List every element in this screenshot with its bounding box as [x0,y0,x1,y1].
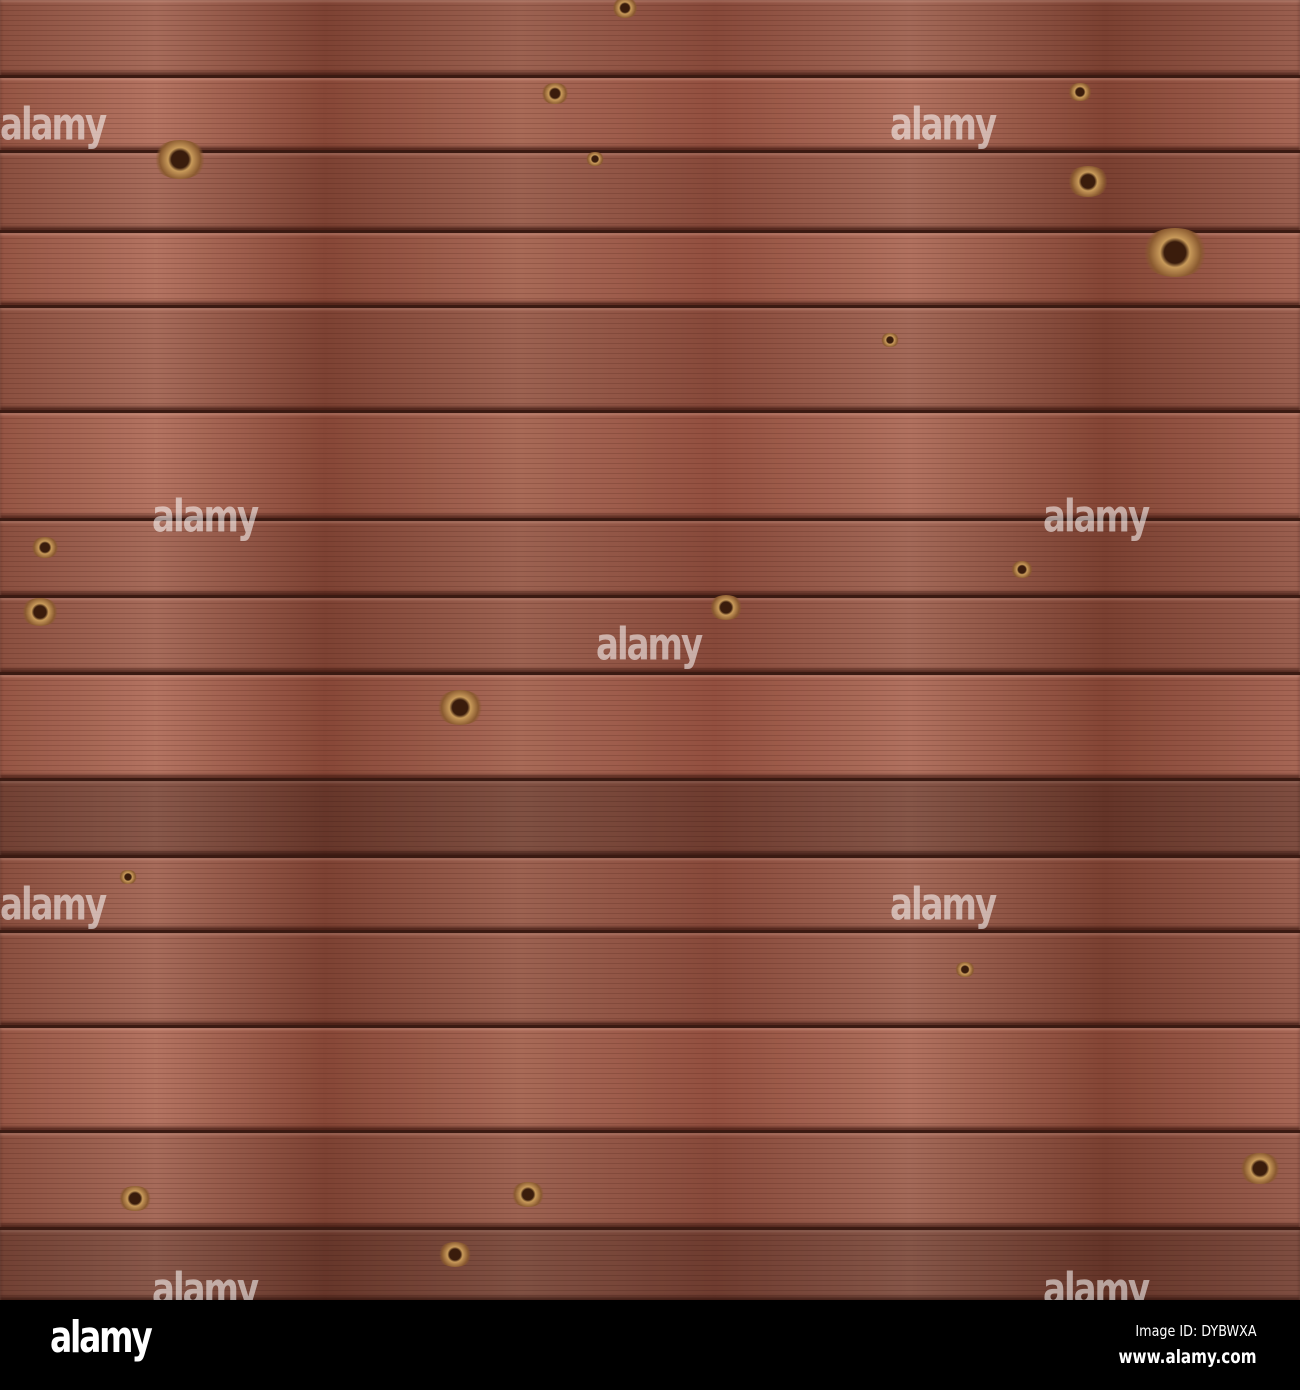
wood-knot [117,1186,153,1212]
wood-plank [0,1133,1300,1227]
wood-knot [611,0,639,18]
watermark: alamy [152,1264,259,1300]
wood-planks-photo: alamy alamy alamy alamy alamy alamy alamy alamy… [0,0,1300,1300]
footer-bar: alamy Image ID: DYBWXA www.alamy.com [0,1300,1300,1390]
wood-plank [0,1028,1300,1130]
wood-knot [1140,228,1210,277]
wood-plank [0,0,1300,75]
wood-plank [0,781,1300,855]
wood-knot [1238,1153,1282,1184]
wood-knot [118,870,138,884]
wood-plank [0,858,1300,930]
wood-plank [0,78,1300,150]
wood-plank [0,233,1300,305]
wood-knot [1010,561,1034,578]
wood-knot [510,1182,546,1208]
watermark: alamy [152,491,259,543]
website-url: www.alamy.com [1118,1346,1257,1368]
wood-knot [437,1242,473,1268]
wood-plank [0,308,1300,410]
watermark: alamy [0,879,107,931]
wood-knot [540,83,570,104]
wood-knot [20,598,60,626]
alamy-logo: alamy [50,1312,153,1363]
wood-plank [0,675,1300,778]
wood-knot [152,140,208,180]
watermark: alamy [0,99,107,151]
watermark: alamy [1043,1264,1150,1300]
image-id: Image ID: DYBWXA [1135,1322,1257,1340]
wood-plank [0,933,1300,1025]
watermark: alamy [596,619,703,671]
watermark: alamy [890,99,997,151]
wood-knot [435,690,485,725]
watermark: alamy [1043,491,1150,543]
wood-knot [585,152,605,166]
wood-knot [880,333,900,347]
watermark: alamy [890,879,997,931]
wood-knot [30,537,60,558]
wood-knot [1067,83,1093,102]
wood-knot [1066,166,1110,197]
wood-knot [708,595,744,621]
